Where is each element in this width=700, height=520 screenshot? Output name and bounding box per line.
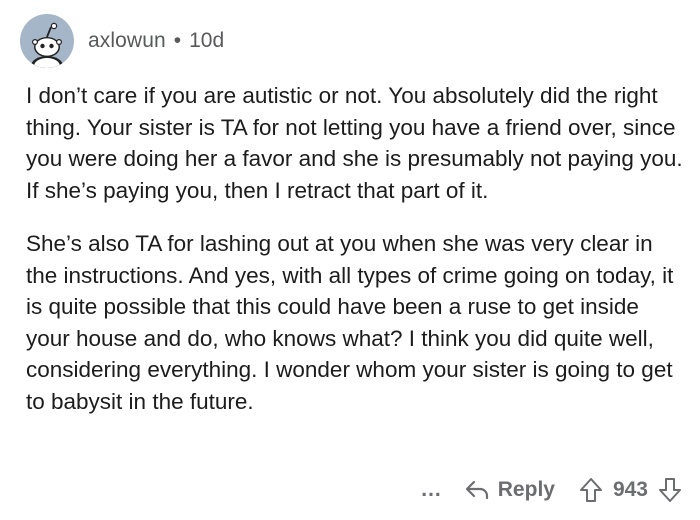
comment-paragraph-1: I don’t care if you are autistic or not.… xyxy=(26,83,683,203)
comment-body: I don’t care if you are autistic or not.… xyxy=(26,80,686,439)
username[interactable]: axlowun xyxy=(88,29,166,53)
meta-separator: • xyxy=(173,29,182,52)
comment-header: axlowun • 10d xyxy=(20,14,224,68)
snoo-avatar-icon xyxy=(31,22,63,68)
comment: axlowun • 10d I don’t care if you are au… xyxy=(0,0,700,520)
vote-score: 943 xyxy=(612,478,648,501)
downvote-icon[interactable] xyxy=(658,477,682,503)
user-avatar[interactable] xyxy=(20,14,74,68)
comment-actions: ... Reply 943 xyxy=(421,472,682,508)
comment-paragraph-2: She’s also TA for lashing out at you whe… xyxy=(26,231,674,414)
reply-arrow-icon xyxy=(464,479,490,501)
upvote-icon[interactable] xyxy=(579,477,603,503)
vote-controls: 943 xyxy=(579,477,682,503)
reply-button[interactable]: Reply xyxy=(464,478,555,502)
reply-label: Reply xyxy=(497,478,555,501)
comment-age: 10d xyxy=(189,29,225,52)
more-options-button[interactable]: ... xyxy=(421,478,442,502)
